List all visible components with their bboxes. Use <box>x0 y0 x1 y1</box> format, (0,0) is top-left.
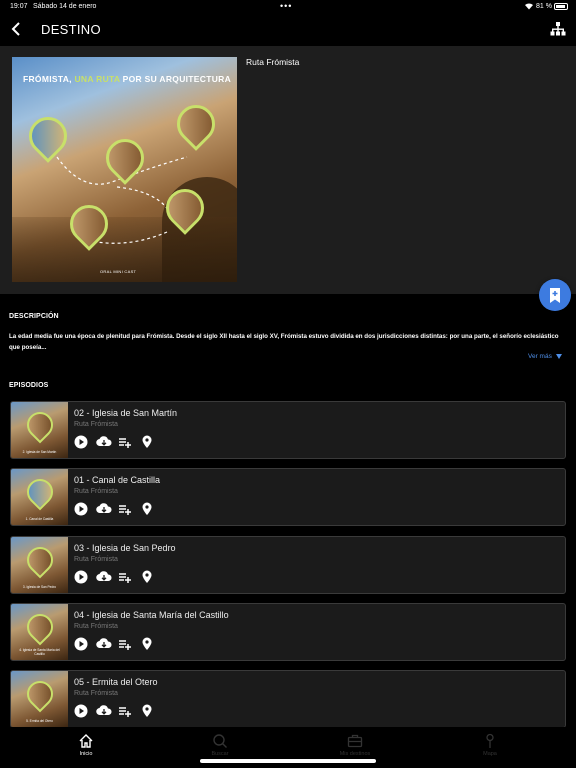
add-to-queue-icon[interactable] <box>118 704 132 718</box>
tree-structure-button[interactable] <box>550 21 566 37</box>
tab-label: Buscar <box>211 751 229 757</box>
description-text: La edad media fue una época de plenitud … <box>9 333 559 351</box>
episode-title: 02 - Iglesia de San Martín <box>74 408 178 418</box>
add-to-queue-icon[interactable] <box>118 502 132 516</box>
home-indicator[interactable] <box>200 759 376 763</box>
episode-thumbnail: 5. Ermita del Otero <box>11 671 68 727</box>
episode-thumbnail: 1. Canal de Castilla <box>11 469 68 525</box>
play-icon[interactable] <box>74 435 88 449</box>
briefcase-icon <box>347 734 363 748</box>
map-pin-icon[interactable] <box>140 704 154 718</box>
episode-title: 03 - Iglesia de San Pedro <box>74 543 176 553</box>
download-icon[interactable] <box>96 570 112 584</box>
hierarchy-icon <box>550 22 566 36</box>
status-time: 19:07 <box>10 3 28 10</box>
episode-card[interactable]: 1. Canal de Castilla 01 - Canal de Casti… <box>10 468 566 526</box>
episodes-heading: EPISODIOS <box>9 382 49 389</box>
cover-title: FRÓMISTA, UNA RUTA POR SU ARQUITECTURA <box>23 74 232 84</box>
tab-buscar[interactable]: Buscar <box>190 731 250 761</box>
episode-subtitle: Ruta Frómista <box>74 488 118 495</box>
download-icon[interactable] <box>96 502 112 516</box>
episode-subtitle: Ruta Frómista <box>74 623 118 630</box>
episode-subtitle: Ruta Frómista <box>74 421 118 428</box>
destination-hero: FRÓMISTA, UNA RUTA POR SU ARQUITECTURA O… <box>0 46 576 294</box>
tab-label: Mapa <box>483 751 497 757</box>
play-icon[interactable] <box>74 502 88 516</box>
page-title: DESTINO <box>41 22 101 37</box>
episode-subtitle: Ruta Frómista <box>74 690 118 697</box>
cover-image: FRÓMISTA, UNA RUTA POR SU ARQUITECTURA O… <box>12 57 237 282</box>
tab-mis-destinos[interactable]: Mis destinos <box>325 731 385 761</box>
download-icon[interactable] <box>96 637 112 651</box>
see-more-link[interactable]: Ver más <box>528 353 562 360</box>
multitasking-dots-icon[interactable]: ••• <box>280 1 292 11</box>
episode-card[interactable]: 5. Ermita del Otero 05 - Ermita del Oter… <box>10 670 566 728</box>
add-to-queue-icon[interactable] <box>118 435 132 449</box>
search-icon <box>213 734 227 748</box>
episode-thumbnail: 4. Iglesia de Santa María del Castillo <box>11 604 68 660</box>
episode-title: 01 - Canal de Castilla <box>74 475 161 485</box>
episode-card[interactable]: 4. Iglesia de Santa María del Castillo 0… <box>10 603 566 661</box>
play-icon[interactable] <box>74 637 88 651</box>
episode-title: 04 - Iglesia de Santa María del Castillo <box>74 610 229 620</box>
play-icon[interactable] <box>74 570 88 584</box>
map-pin-icon[interactable] <box>140 637 154 651</box>
play-icon[interactable] <box>74 704 88 718</box>
tab-label: Inicio <box>79 751 93 757</box>
tab-label: Mis destinos <box>339 751 371 757</box>
episode-thumbnail: 2. Iglesia de San Martín <box>11 402 68 458</box>
home-icon <box>79 734 93 748</box>
description-heading: DESCRIPCIÓN <box>9 313 59 320</box>
tab-inicio[interactable]: Inicio <box>56 731 116 761</box>
status-date: Sábado 14 de enero <box>33 3 97 10</box>
nav-bar: DESTINO <box>0 14 576 46</box>
cover-credit: ORAL MINI CAST <box>100 269 137 274</box>
map-pin-icon[interactable] <box>140 570 154 584</box>
battery-percent: 81 % <box>536 3 552 10</box>
bookmark-add-icon <box>550 288 560 303</box>
download-icon[interactable] <box>96 704 112 718</box>
back-button[interactable] <box>10 20 24 38</box>
add-to-queue-icon[interactable] <box>118 570 132 584</box>
chevron-down-icon <box>555 353 562 359</box>
map-pin-icon[interactable] <box>140 502 154 516</box>
episode-card[interactable]: 3. Iglesia de San Pedro 03 - Iglesia de … <box>10 536 566 594</box>
episode-thumbnail: 3. Iglesia de San Pedro <box>11 537 68 593</box>
tab-mapa[interactable]: Mapa <box>460 731 520 761</box>
episode-subtitle: Ruta Frómista <box>74 556 118 563</box>
add-bookmark-button[interactable] <box>539 279 571 311</box>
episode-card[interactable]: 2. Iglesia de San Martín 02 - Iglesia de… <box>10 401 566 459</box>
wifi-icon <box>524 2 534 12</box>
map-pin-icon[interactable] <box>140 435 154 449</box>
chevron-left-icon <box>11 22 20 36</box>
status-bar: 19:07 Sábado 14 de enero ••• 81 % <box>0 0 576 14</box>
download-icon[interactable] <box>96 435 112 449</box>
map-pin-icon <box>486 733 494 748</box>
add-to-queue-icon[interactable] <box>118 637 132 651</box>
route-title: Ruta Frómista <box>246 57 300 67</box>
episode-title: 05 - Ermita del Otero <box>74 677 158 687</box>
battery-icon <box>554 3 568 10</box>
